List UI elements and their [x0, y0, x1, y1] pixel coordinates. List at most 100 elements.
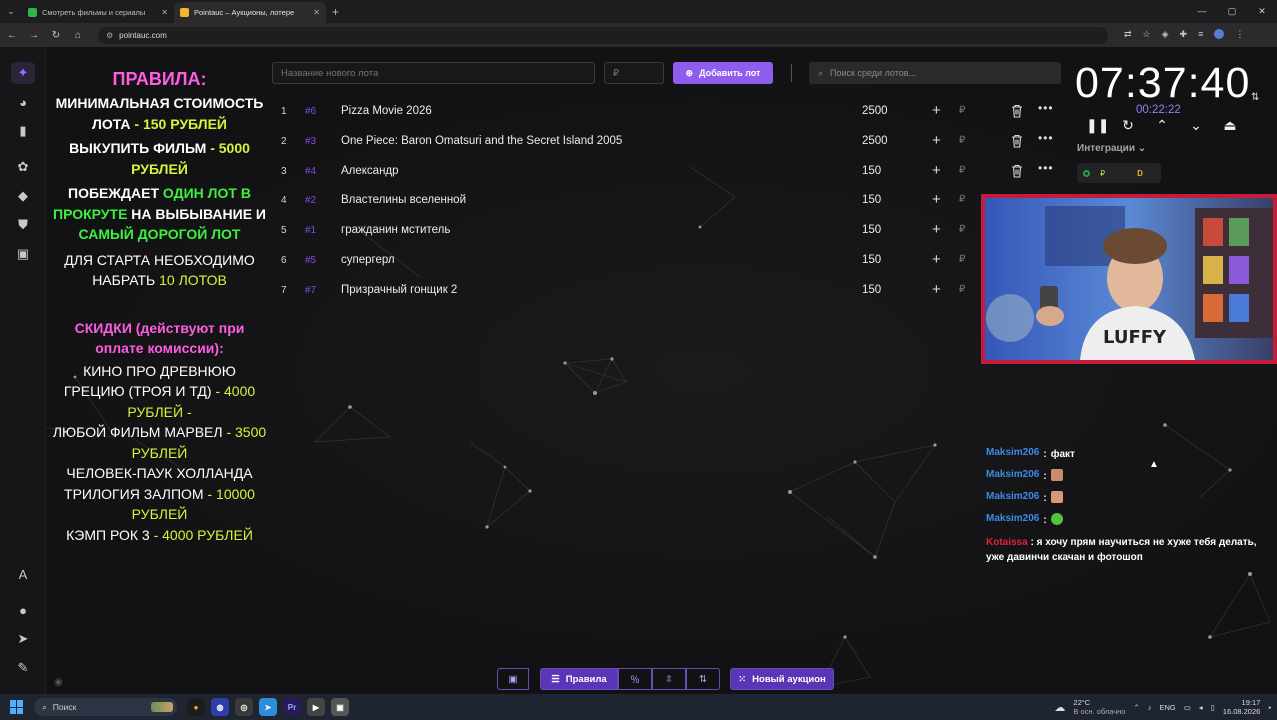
reload-icon[interactable]: ↻: [50, 30, 62, 41]
layers-nav-icon[interactable]: ◆: [11, 185, 35, 207]
auction-nav-icon[interactable]: ✦: [11, 62, 35, 84]
home-icon[interactable]: ⌂: [72, 30, 84, 41]
percent-icon[interactable]: ％: [618, 668, 652, 690]
chat-username[interactable]: Maksim206: [986, 491, 1039, 502]
settings-nav-icon[interactable]: ✿: [11, 156, 35, 178]
lot-name[interactable]: One Piece: Baron Omatsuri and the Secret…: [341, 135, 622, 147]
browser-menu-icon[interactable]: ⋮: [1235, 29, 1244, 41]
chat-username[interactable]: Maksim206: [986, 513, 1039, 524]
wheel-nav-icon[interactable]: ◕: [11, 91, 35, 113]
new-lot-name-input[interactable]: [272, 62, 595, 84]
new-lot-price-input[interactable]: [604, 62, 664, 84]
table-row[interactable]: 1 #6 Pizza Movie 2026 2500 + ₽ •••: [272, 97, 1062, 127]
more-options-icon[interactable]: •••: [1038, 131, 1054, 145]
volume-icon[interactable]: ◂: [1199, 703, 1203, 712]
minimize-icon[interactable]: —: [1187, 0, 1217, 23]
lot-search-input[interactable]: ⌕ Поиск среди лотов...: [809, 62, 1061, 84]
telegram-app-icon[interactable]: ➤: [259, 698, 277, 716]
new-tab-button[interactable]: +: [332, 5, 339, 19]
add-amount-icon[interactable]: +: [932, 191, 941, 208]
rules-button[interactable]: ☰ Правила: [540, 668, 618, 690]
close-window-icon[interactable]: ✕: [1247, 0, 1277, 23]
lot-amount[interactable]: 2500: [862, 105, 888, 117]
profile-avatar[interactable]: [1214, 29, 1225, 41]
shield-nav-icon[interactable]: ⛊: [11, 214, 35, 236]
tab-search-icon[interactable]: ⌄: [0, 0, 22, 23]
capcut-app-icon[interactable]: ▶: [307, 698, 325, 716]
language-nav-icon[interactable]: A: [11, 563, 35, 585]
weather-widget[interactable]: 22°C В осн. облачно: [1073, 698, 1125, 716]
back-icon[interactable]: ←: [6, 30, 18, 41]
sort-icon[interactable]: ⇅: [686, 668, 720, 690]
lot-name[interactable]: Александр: [341, 165, 399, 177]
table-row[interactable]: 4 #2 Властелины вселенной 150 + ₽: [272, 186, 1062, 216]
history-nav-icon[interactable]: ▣: [11, 243, 35, 265]
firefox-app-icon[interactable]: ◍: [211, 698, 229, 716]
add-amount-icon[interactable]: +: [932, 221, 941, 238]
trash-icon[interactable]: [1011, 134, 1023, 148]
url-field[interactable]: ⚙ pointauc.com: [98, 26, 1108, 44]
reset-icon[interactable]: ↻: [1120, 117, 1136, 134]
table-row[interactable]: 7 #7 Призрачный гонщик 2 150 + ₽: [272, 276, 1062, 306]
add-amount-icon[interactable]: +: [932, 162, 941, 179]
translate-icon[interactable]: ⇄: [1124, 29, 1132, 41]
lot-name[interactable]: Призрачный гонщик 2: [341, 284, 457, 296]
app-icon[interactable]: ▣: [331, 698, 349, 716]
lot-name[interactable]: Властелины вселенной: [341, 194, 466, 206]
display-icon[interactable]: ▭: [1184, 703, 1191, 712]
table-row[interactable]: 3 #4 Александр 150 + ₽ •••: [272, 157, 1062, 187]
decrease-time-icon[interactable]: ⌄: [1188, 117, 1204, 134]
add-amount-icon[interactable]: +: [932, 281, 941, 298]
table-row[interactable]: 6 #5 супергерл 150 + ₽: [272, 246, 1062, 276]
menu-list-icon[interactable]: ≡: [1198, 29, 1203, 41]
trash-icon[interactable]: [1011, 104, 1023, 118]
battery-icon[interactable]: ▯: [1211, 703, 1215, 712]
integration-status-icon[interactable]: [1083, 169, 1090, 177]
chrome-app-icon[interactable]: ●: [187, 698, 205, 716]
maximize-icon[interactable]: ▢: [1217, 0, 1247, 23]
integration-currency[interactable]: ₽: [1100, 169, 1105, 178]
table-row[interactable]: 2 #3 One Piece: Baron Omatsuri and the S…: [272, 127, 1062, 157]
lot-name[interactable]: Pizza Movie 2026: [341, 105, 432, 117]
more-options-icon[interactable]: •••: [1038, 161, 1054, 175]
donation-alerts-icon[interactable]: D: [1137, 169, 1143, 178]
taskbar-search[interactable]: ⌕ Поиск: [34, 698, 177, 716]
new-auction-button[interactable]: ⁙ Новый аукцион: [730, 668, 834, 690]
add-amount-icon[interactable]: +: [932, 251, 941, 268]
table-row[interactable]: 5 #1 гражданин мститель 150 + ₽: [272, 216, 1062, 246]
pause-icon[interactable]: ❚❚: [1086, 117, 1109, 134]
save-icon[interactable]: ▣: [497, 668, 529, 690]
add-amount-icon[interactable]: +: [932, 102, 941, 119]
language-indicator[interactable]: ENG: [1160, 703, 1176, 712]
split-icon[interactable]: ⇳: [652, 668, 686, 690]
collapse-icon[interactable]: ⏏: [1222, 117, 1238, 134]
tab-movies[interactable]: Смотреть фильмы и сериалы ✕: [22, 2, 174, 23]
tools-icon[interactable]: ✎: [11, 657, 35, 679]
stats-nav-icon[interactable]: ▮: [11, 120, 35, 142]
forward-icon[interactable]: →: [28, 30, 40, 41]
obs-app-icon[interactable]: ◎: [235, 698, 253, 716]
github-icon[interactable]: ●: [11, 599, 35, 621]
telegram-icon[interactable]: ➤: [11, 628, 35, 650]
integrations-dropdown[interactable]: Интеграции ⌄: [1077, 143, 1146, 154]
lot-amount[interactable]: 150: [862, 165, 881, 177]
swap-timer-icon[interactable]: ⇅: [1251, 92, 1259, 103]
lot-amount[interactable]: 150: [862, 254, 881, 266]
taskbar-clock[interactable]: 19:17 16.08.2026: [1223, 698, 1261, 716]
add-lot-button[interactable]: ⊕ Добавить лот: [673, 62, 773, 84]
site-info-icon[interactable]: ⚙: [106, 31, 113, 40]
chat-username[interactable]: Maksim206: [986, 447, 1039, 458]
chevron-up-icon[interactable]: ⌃: [1133, 703, 1139, 712]
notification-icon[interactable]: ▪: [1268, 703, 1271, 712]
lot-amount[interactable]: 150: [862, 224, 881, 236]
add-amount-icon[interactable]: +: [932, 132, 941, 149]
microphone-icon[interactable]: ♪: [1148, 703, 1152, 712]
bookmark-star-icon[interactable]: ☆: [1143, 29, 1151, 41]
trash-icon[interactable]: [1011, 164, 1023, 178]
extension-icon[interactable]: ◈: [1162, 29, 1169, 41]
lot-name[interactable]: супергерл: [341, 254, 395, 266]
increase-time-icon[interactable]: ⌃: [1154, 117, 1170, 134]
premiere-app-icon[interactable]: Pr: [283, 698, 301, 716]
chat-username[interactable]: Kotaissa: [986, 537, 1028, 548]
eye-icon[interactable]: ◉: [54, 677, 63, 688]
